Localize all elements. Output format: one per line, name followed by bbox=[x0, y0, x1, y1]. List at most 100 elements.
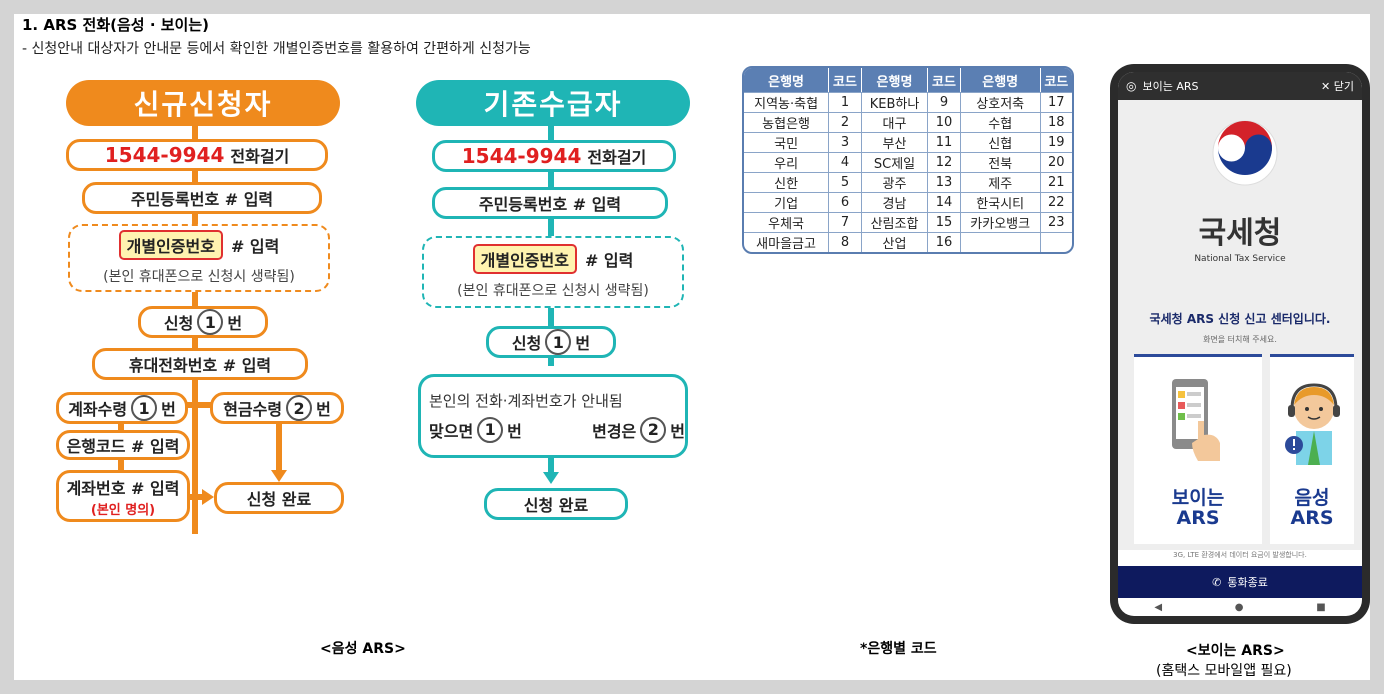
table-cell: 신협 bbox=[960, 132, 1041, 152]
table-cell: 한국시티 bbox=[960, 192, 1041, 212]
table-cell: 대구 bbox=[861, 112, 929, 132]
number-1-icon: 1 bbox=[545, 329, 572, 355]
number-1-icon: 1 bbox=[197, 309, 224, 335]
table-row: 신한 5 광주 13 제주 21 bbox=[744, 172, 1072, 192]
voice-ars-caption: <음성 ARS> bbox=[320, 641, 406, 657]
table-cell: 국민 bbox=[744, 132, 830, 152]
table-cell: 15 bbox=[928, 212, 961, 232]
close-button[interactable]: ✕ 닫기 bbox=[1321, 78, 1354, 94]
table-cell: 수협 bbox=[960, 112, 1041, 132]
table-cell: 9 bbox=[928, 92, 961, 112]
existing-auth-step: 개별인증번호 # 입력 (본인 휴대폰으로 신청시 생략됨) bbox=[422, 236, 684, 308]
existing-call-step: 1544-9944 전화걸기 bbox=[432, 140, 676, 172]
phone-icon: ✆ bbox=[1212, 575, 1222, 589]
data-charge-note: 3G, LTE 환경에서 데이터 요금이 발생합니다. bbox=[1173, 551, 1307, 559]
table-row: 기업 6 경남 14 한국시티 22 bbox=[744, 192, 1072, 212]
touch-hint: 화면을 터치해 주세요. bbox=[1203, 335, 1277, 344]
visible-ars-caption: <보이는 ARS> bbox=[1186, 643, 1285, 659]
table-header-cell: 은행명 bbox=[960, 68, 1041, 92]
table-cell: 광주 bbox=[861, 172, 929, 192]
nts-logo-icon bbox=[1212, 120, 1278, 186]
auth-code-label: 개별인증번호 bbox=[472, 244, 577, 274]
auth-input-label: # 입력 bbox=[230, 237, 280, 256]
table-cell: 22 bbox=[1040, 192, 1072, 212]
table-header-cell: 코드 bbox=[928, 68, 961, 92]
table-header-cell: 은행명 bbox=[861, 68, 929, 92]
section-heading: 1. ARS 전화(음성 · 보이는) bbox=[22, 16, 209, 34]
section-description: - 신청안내 대상자가 안내문 등에서 확인한 개별인증번호를 활용하여 간편하… bbox=[22, 41, 531, 57]
close-icon: ✕ bbox=[1321, 80, 1331, 93]
arrow-right-icon bbox=[202, 489, 214, 505]
change-option: 변경은 2 번 bbox=[592, 416, 685, 443]
org-name-en: National Tax Service bbox=[1194, 254, 1286, 264]
bank-code-caption: *은행별 코드 bbox=[860, 641, 937, 657]
own-name-note: (본인 명의) bbox=[90, 502, 156, 518]
table-cell: 상호저축 bbox=[960, 92, 1041, 112]
table-cell: 지역농·축협 bbox=[744, 92, 830, 112]
table-cell bbox=[1040, 232, 1072, 252]
smartphone-hand-icon bbox=[1172, 379, 1220, 461]
bank-code-step: 은행코드 # 입력 bbox=[56, 430, 190, 460]
table-cell: 기업 bbox=[744, 192, 830, 212]
table-cell: 전북 bbox=[960, 152, 1041, 172]
info-text: 본인의 전화·계좌번호가 안내됨 bbox=[429, 391, 623, 410]
table-cell: 산업 bbox=[861, 232, 929, 252]
phone-header-title: 보이는 ARS bbox=[1142, 80, 1199, 93]
table-cell: 7 bbox=[829, 212, 862, 232]
table-cell: 11 bbox=[928, 132, 961, 152]
arrow-down-icon bbox=[271, 470, 287, 482]
call-label: 전화걸기 bbox=[230, 147, 290, 166]
table-cell: 산림조합 bbox=[861, 212, 929, 232]
table-cell: 새마을금고 bbox=[744, 232, 830, 252]
cash-receive-step: 현금수령 2 번 bbox=[210, 392, 344, 424]
table-row: 우체국 7 산림조합 15 카카오뱅크 23 bbox=[744, 212, 1072, 232]
table-header-cell: 코드 bbox=[1040, 68, 1072, 92]
voice-ars-button[interactable]: 음성 ARS bbox=[1270, 354, 1354, 544]
table-cell: 14 bbox=[928, 192, 961, 212]
account-number-step: 계좌번호 # 입력 (본인 명의) bbox=[56, 470, 190, 522]
table-header-row: 은행명 코드 은행명 코드 은행명 코드 bbox=[744, 68, 1072, 92]
org-name: 국세청 bbox=[1198, 216, 1282, 251]
phone-number: 1544-9944 bbox=[461, 144, 582, 168]
table-cell: 우리 bbox=[744, 152, 830, 172]
table-cell: 23 bbox=[1040, 212, 1072, 232]
arrow-down-icon bbox=[543, 472, 559, 484]
table-cell: 20 bbox=[1040, 152, 1072, 172]
home-icon[interactable]: ● bbox=[1235, 602, 1244, 613]
table-cell: 4 bbox=[829, 152, 862, 172]
visible-ars-button[interactable]: 보이는 ARS bbox=[1134, 354, 1262, 544]
table-cell: 8 bbox=[829, 232, 862, 252]
table-cell: 신한 bbox=[744, 172, 830, 192]
auth-note: (본인 휴대폰으로 신청시 생략됨) bbox=[457, 283, 649, 299]
number-2-icon: 2 bbox=[286, 395, 313, 421]
new-auth-step: 개별인증번호 # 입력 (본인 휴대폰으로 신청시 생략됨) bbox=[68, 224, 330, 292]
table-cell: KEB하나 bbox=[861, 92, 929, 112]
back-icon[interactable]: ◀ bbox=[1154, 602, 1162, 613]
table-cell: 카카오뱅크 bbox=[960, 212, 1041, 232]
table-cell: 16 bbox=[928, 232, 961, 252]
welcome-text: 국세청 ARS 신청 신고 센터입니다. bbox=[1149, 312, 1331, 326]
new-applicant-title: 신규신청자 bbox=[66, 80, 340, 126]
account-receive-step: 계좌수령 1 번 bbox=[56, 392, 188, 424]
table-header-cell: 코드 bbox=[829, 68, 862, 92]
new-apply-step: 신청 1 번 bbox=[138, 306, 268, 338]
table-cell: 6 bbox=[829, 192, 862, 212]
table-cell: SC제일 bbox=[861, 152, 929, 172]
table-cell: 제주 bbox=[960, 172, 1041, 192]
phone-header: ◎ 보이는 ARS ✕ 닫기 bbox=[1118, 72, 1362, 100]
phone-screen: ◎ 보이는 ARS ✕ 닫기 국세청 National Tax Service … bbox=[1118, 72, 1362, 616]
table-row: 농협은행 2 대구 10 수협 18 bbox=[744, 112, 1072, 132]
table-cell bbox=[960, 232, 1041, 252]
phone-number: 1544-9944 bbox=[104, 143, 225, 167]
new-rrn-step: 주민등록번호 # 입력 bbox=[82, 182, 322, 214]
page: 1. ARS 전화(음성 · 보이는) - 신청안내 대상자가 안내문 등에서 … bbox=[14, 14, 1370, 680]
end-call-button[interactable]: ✆ 통화종료 bbox=[1118, 566, 1362, 598]
number-1-icon: 1 bbox=[131, 395, 158, 421]
table-cell: 13 bbox=[928, 172, 961, 192]
recent-apps-icon[interactable]: ■ bbox=[1316, 602, 1325, 613]
visible-ars-note: (홈택스 모바일앱 필요) bbox=[1156, 663, 1292, 679]
table-body: 지역농·축협 1 KEB하나 9 상호저축 17 농협은행 2 대구 10 수협 18 국민 3 부산 11 신… bbox=[744, 92, 1072, 252]
table-cell: 21 bbox=[1040, 172, 1072, 192]
table-cell: 10 bbox=[928, 112, 961, 132]
table-header-cell: 은행명 bbox=[744, 68, 830, 92]
